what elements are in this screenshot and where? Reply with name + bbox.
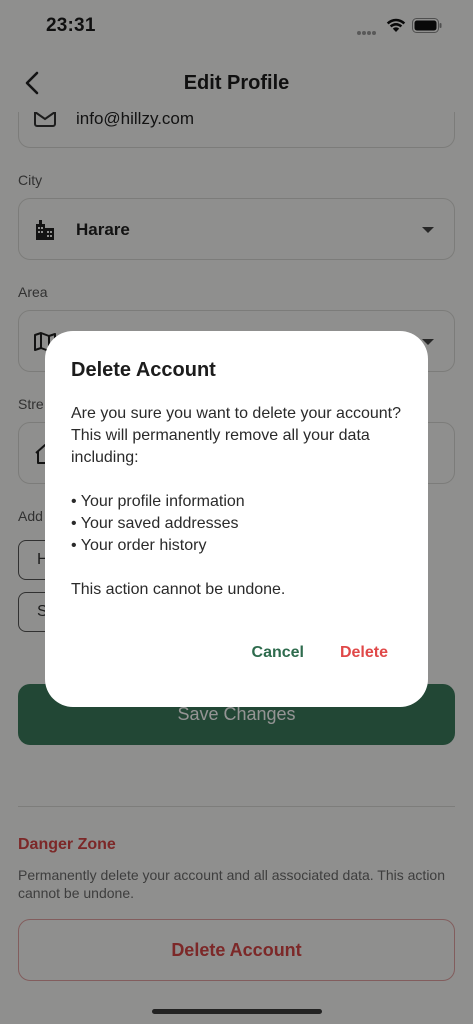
dialog-list-item: • Your profile information <box>71 493 245 510</box>
cancel-button[interactable]: Cancel <box>252 644 304 662</box>
dialog-intro: Are you sure you want to delete your acc… <box>71 405 401 466</box>
delete-account-dialog: Delete Account Are you sure you want to … <box>45 331 428 707</box>
edit-profile-screen: 23:31 Edit Profile info@hillzy.com <box>0 0 473 1024</box>
dialog-list-item: • Your order history <box>71 537 207 554</box>
dialog-body: Are you sure you want to delete your acc… <box>71 403 411 601</box>
dialog-title: Delete Account <box>71 359 216 381</box>
dialog-list-item: • Your saved addresses <box>71 515 239 532</box>
dialog-warning: This action cannot be undone. <box>71 581 286 598</box>
delete-button[interactable]: Delete <box>340 644 388 662</box>
home-indicator[interactable] <box>152 1009 322 1014</box>
